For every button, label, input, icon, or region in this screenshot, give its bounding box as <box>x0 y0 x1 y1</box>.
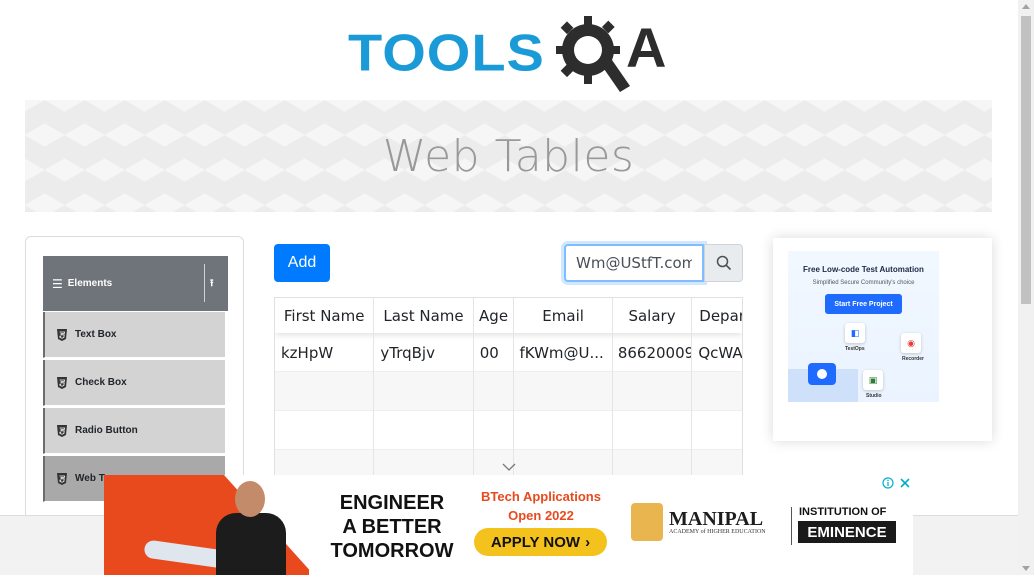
cell-salary: 86620009 <box>613 333 693 372</box>
cell-age: 00 <box>474 333 515 372</box>
table-row <box>275 372 742 411</box>
group-label: Elements <box>67 278 113 289</box>
elements-group-header[interactable]: ☰ Elements ⭱ <box>43 256 228 311</box>
search-input[interactable] <box>564 244 704 282</box>
table-row <box>275 411 742 450</box>
testops-icon: ◧ <box>845 323 865 343</box>
side-ad-subtitle: Simplified Secure Community's choice <box>812 280 915 286</box>
html5-icon <box>57 472 67 485</box>
header-divider <box>204 264 205 302</box>
sidebar-item-label: Check Box <box>75 377 127 388</box>
ad-close-icon[interactable] <box>897 475 912 490</box>
robot-illustration-icon <box>788 363 858 402</box>
sidebar-item-label: Text Box <box>75 329 117 340</box>
eminence-badge: EMINENCE <box>798 521 896 543</box>
side-ad-cta-button[interactable]: Start Free Project <box>825 294 902 314</box>
html5-icon <box>57 424 67 437</box>
toolsqa-logo[interactable]: TOOLS A <box>348 14 672 92</box>
search-icon <box>716 255 731 271</box>
recorder-icon: ◉ <box>901 333 921 353</box>
column-header-department[interactable]: Depar <box>692 298 742 333</box>
sidebar-item-text-box[interactable]: Text Box <box>43 312 225 358</box>
side-ad-creative[interactable]: Free Low-code Test Automation Simplified… <box>788 251 939 402</box>
chevron-right-icon: › <box>585 533 591 551</box>
side-ad-title: Free Low-code Test Automation <box>803 265 924 274</box>
column-header-first-name[interactable]: First Name <box>275 298 375 333</box>
gear-magnifier-icon <box>556 16 630 92</box>
logo-text: TOOLS <box>348 23 545 82</box>
crest-icon <box>631 503 663 541</box>
column-header-age[interactable]: Age <box>474 298 515 333</box>
scroll-up-icon[interactable] <box>1022 4 1030 9</box>
column-header-last-name[interactable]: Last Name <box>374 298 474 333</box>
cell-department: QcWA <box>698 343 743 362</box>
sidebar-item-label: Radio Button <box>75 425 138 436</box>
html5-icon <box>57 376 67 389</box>
ad-btech-text: BTech Applications Open 2022 <box>481 489 601 523</box>
column-header-salary[interactable]: Salary <box>613 298 693 333</box>
cell-first-name: kzHpW <box>275 333 375 372</box>
html5-icon <box>57 328 67 341</box>
sidebar-item-check-box[interactable]: Check Box <box>43 360 225 406</box>
page-scrollbar[interactable] <box>1018 0 1034 575</box>
menu-icon: ☰ <box>52 276 63 291</box>
ad-headline: ENGINEER A BETTER TOMORROW <box>330 492 454 562</box>
search-button[interactable] <box>704 244 743 282</box>
page-banner: Web Tables <box>25 100 992 212</box>
institution-text: INSTITUTION OF <box>799 506 887 518</box>
table-header: First Name Last Name Age Email Salary De… <box>275 298 742 333</box>
scroll-down-icon[interactable] <box>1022 566 1030 571</box>
recorder-label: Recorder <box>902 356 924 362</box>
ad-info-icon[interactable] <box>881 475 895 490</box>
studio-label: Studio <box>866 393 882 399</box>
person-image <box>216 513 286 575</box>
sidebar-item-radio-button[interactable]: Radio Button <box>43 408 225 454</box>
bottom-ad-banner[interactable]: ENGINEER A BETTER TOMORROW BTech Applica… <box>104 475 913 575</box>
sidebar-item-label: Web T <box>75 473 105 484</box>
cell-last-name: yTrqBjv <box>374 333 474 372</box>
column-header-email[interactable]: Email <box>514 298 613 333</box>
collapse-icon[interactable]: ⭱ <box>210 276 214 293</box>
side-ad[interactable]: Free Low-code Test Automation Simplified… <box>773 238 992 441</box>
apply-now-button[interactable]: APPLY NOW › <box>474 528 607 556</box>
chevron-down-icon[interactable] <box>502 463 516 472</box>
search-box <box>564 244 743 282</box>
logo-a: A <box>626 16 667 79</box>
add-button[interactable]: Add <box>274 244 330 282</box>
page-title: Web Tables <box>382 130 635 182</box>
scrollbar-thumb[interactable] <box>1021 16 1031 304</box>
studio-icon: ▣ <box>863 370 883 390</box>
ad-photo <box>104 475 309 575</box>
manipal-logo: MANIPAL ACADEMY of HIGHER EDUCATION <box>631 503 766 541</box>
cell-email: fKWm@U... <box>514 333 613 372</box>
table-row: kzHpW yTrqBjv 00 fKWm@U... 86620009 QcWA <box>275 333 742 372</box>
